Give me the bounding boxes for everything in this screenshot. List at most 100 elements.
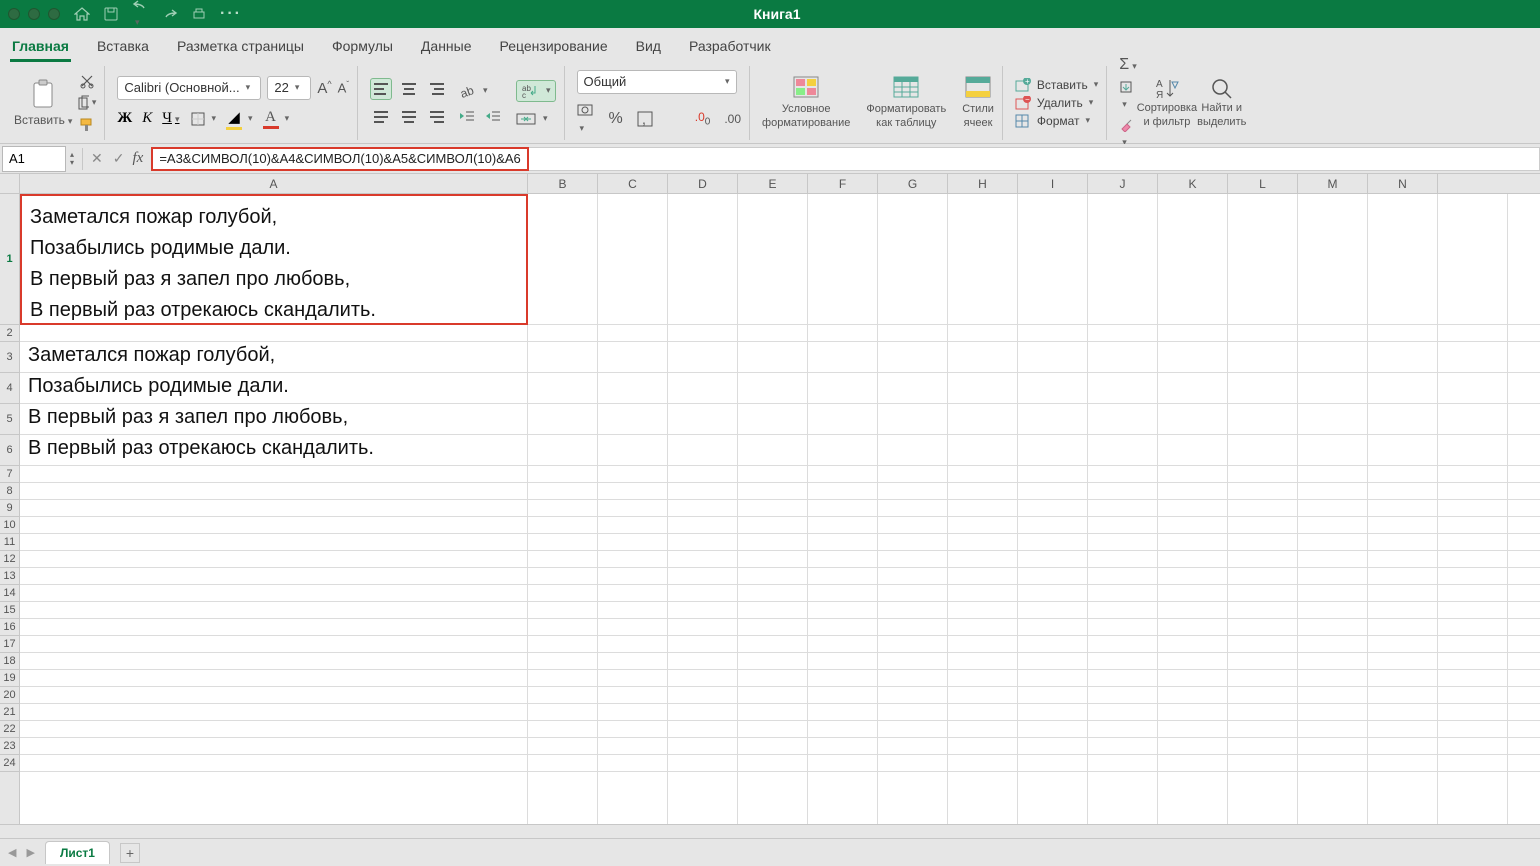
percent-button[interactable]: % xyxy=(609,110,623,128)
bold-button[interactable]: Ж xyxy=(117,110,132,127)
row-header-8[interactable]: 8 xyxy=(0,483,19,500)
borders-button[interactable] xyxy=(190,111,217,127)
sheet-tab[interactable]: Лист1 xyxy=(45,841,110,864)
formula-input-rest[interactable] xyxy=(529,147,1540,171)
more-icon[interactable]: ··· xyxy=(220,5,242,23)
comma-button[interactable]: , xyxy=(637,111,653,127)
increase-font-icon[interactable]: A^ xyxy=(317,79,331,97)
col-header-M[interactable]: M xyxy=(1298,174,1368,193)
tab-insert[interactable]: Вставка xyxy=(95,32,151,62)
row-header-18[interactable]: 18 xyxy=(0,653,19,670)
conditional-formatting-button[interactable]: Условноеформатирование xyxy=(762,75,850,129)
align-top-right[interactable] xyxy=(426,78,448,100)
row-header-9[interactable]: 9 xyxy=(0,500,19,517)
tab-page-layout[interactable]: Разметка страницы xyxy=(175,32,306,62)
row-header-13[interactable]: 13 xyxy=(0,568,19,585)
col-header-L[interactable]: L xyxy=(1228,174,1298,193)
cut-icon[interactable] xyxy=(78,73,96,89)
redo-icon[interactable] xyxy=(162,7,178,21)
row-header-16[interactable]: 16 xyxy=(0,619,19,636)
font-name-combo[interactable]: Calibri (Основной...▾ xyxy=(117,76,261,100)
col-header-J[interactable]: J xyxy=(1088,174,1158,193)
col-header-K[interactable]: K xyxy=(1158,174,1228,193)
wrap-text-button[interactable]: abc xyxy=(516,80,556,102)
col-header-N[interactable]: N xyxy=(1368,174,1438,193)
col-header-G[interactable]: G xyxy=(878,174,948,193)
align-left[interactable] xyxy=(370,106,392,128)
select-all-corner[interactable] xyxy=(0,174,20,193)
row-header-10[interactable]: 10 xyxy=(0,517,19,534)
underline-button[interactable]: Ч xyxy=(162,110,179,127)
col-header-F[interactable]: F xyxy=(808,174,878,193)
row-header-17[interactable]: 17 xyxy=(0,636,19,653)
autosum-icon[interactable]: Σ xyxy=(1119,56,1136,74)
col-header-H[interactable]: H xyxy=(948,174,1018,193)
tab-view[interactable]: Вид xyxy=(634,32,663,62)
increase-decimal-icon[interactable]: .00 xyxy=(695,110,711,127)
cell-A5[interactable]: В первый раз я запел про любовь, xyxy=(28,406,348,429)
font-size-combo[interactable]: 22▾ xyxy=(267,76,311,100)
horizontal-scrollbar[interactable] xyxy=(0,824,1540,838)
tab-data[interactable]: Данные xyxy=(419,32,474,62)
fill-color-button[interactable]: ◢ xyxy=(226,108,253,130)
row-header-3[interactable]: 3 xyxy=(0,342,19,373)
row-header-20[interactable]: 20 xyxy=(0,687,19,704)
tab-review[interactable]: Рецензирование xyxy=(498,32,610,62)
cell-A4[interactable]: Позабылись родимые дали. xyxy=(28,375,289,398)
col-header-D[interactable]: D xyxy=(668,174,738,193)
paste-button[interactable]: Вставить xyxy=(14,79,72,127)
align-top-left[interactable] xyxy=(370,78,392,100)
row-header-24[interactable]: 24 xyxy=(0,755,19,772)
tab-formulas[interactable]: Формулы xyxy=(330,32,395,62)
home-icon[interactable] xyxy=(74,7,90,21)
col-header-B[interactable]: B xyxy=(528,174,598,193)
merge-cells-button[interactable] xyxy=(516,112,556,126)
add-sheet-button[interactable]: + xyxy=(120,843,140,863)
increase-indent-icon[interactable] xyxy=(484,109,502,123)
save-icon[interactable] xyxy=(104,7,118,21)
cell-A1[interactable]: Заметался пожар голубой, Позабылись роди… xyxy=(20,194,528,325)
row-header-6[interactable]: 6 xyxy=(0,435,19,466)
align-center[interactable] xyxy=(398,106,420,128)
row-header-19[interactable]: 19 xyxy=(0,670,19,687)
sort-filter-button[interactable]: АЯ Сортировкаи фильтр xyxy=(1137,76,1197,128)
sheet-nav-prev[interactable]: ◀ xyxy=(8,846,16,859)
align-right[interactable] xyxy=(426,106,448,128)
col-header-A[interactable]: A xyxy=(20,174,528,193)
row-header-14[interactable]: 14 xyxy=(0,585,19,602)
tab-home[interactable]: Главная xyxy=(10,32,71,62)
row-header-21[interactable]: 21 xyxy=(0,704,19,721)
row-header-1[interactable]: 1 xyxy=(0,194,19,325)
cell-styles-button[interactable]: Стилиячеек xyxy=(962,75,994,129)
tab-developer[interactable]: Разработчик xyxy=(687,32,773,62)
spreadsheet-grid[interactable]: A B C D E F G H I J K L M N 1 2 3 4 5 6 … xyxy=(0,174,1540,824)
orientation-button[interactable]: ab xyxy=(458,83,502,99)
name-box[interactable]: A1 xyxy=(2,146,66,172)
cancel-formula-icon[interactable]: ✕ xyxy=(91,150,103,167)
row-header-2[interactable]: 2 xyxy=(0,325,19,342)
close-window[interactable] xyxy=(8,8,20,20)
fx-icon[interactable]: fx xyxy=(132,150,143,167)
col-header-E[interactable]: E xyxy=(738,174,808,193)
row-header-22[interactable]: 22 xyxy=(0,721,19,738)
number-format-combo[interactable]: Общий▾ xyxy=(577,70,737,94)
row-header-12[interactable]: 12 xyxy=(0,551,19,568)
row-header-7[interactable]: 7 xyxy=(0,466,19,483)
undo-icon[interactable] xyxy=(132,0,148,30)
row-header-4[interactable]: 4 xyxy=(0,373,19,404)
align-top-center[interactable] xyxy=(398,78,420,100)
name-box-spinner[interactable]: ▴▾ xyxy=(70,151,74,167)
insert-cells-button[interactable]: +Вставить▾ xyxy=(1015,78,1098,92)
accept-formula-icon[interactable]: ✓ xyxy=(113,150,125,167)
italic-button[interactable]: К xyxy=(142,110,152,127)
decrease-decimal-icon[interactable]: .00 xyxy=(724,112,741,126)
row-header-15[interactable]: 15 xyxy=(0,602,19,619)
formula-input[interactable]: =A3&СИМВОЛ(10)&A4&СИМВОЛ(10)&A5&СИМВОЛ(1… xyxy=(151,147,528,171)
decrease-font-icon[interactable]: Aˇ xyxy=(338,80,349,95)
cells-area[interactable]: Заметался пожар голубой, Позабылись роди… xyxy=(20,194,1540,824)
format-painter-icon[interactable] xyxy=(78,117,96,133)
cell-A3[interactable]: Заметался пожар голубой, xyxy=(28,344,275,367)
print-icon[interactable] xyxy=(192,7,206,21)
row-header-23[interactable]: 23 xyxy=(0,738,19,755)
window-controls[interactable] xyxy=(8,8,60,20)
